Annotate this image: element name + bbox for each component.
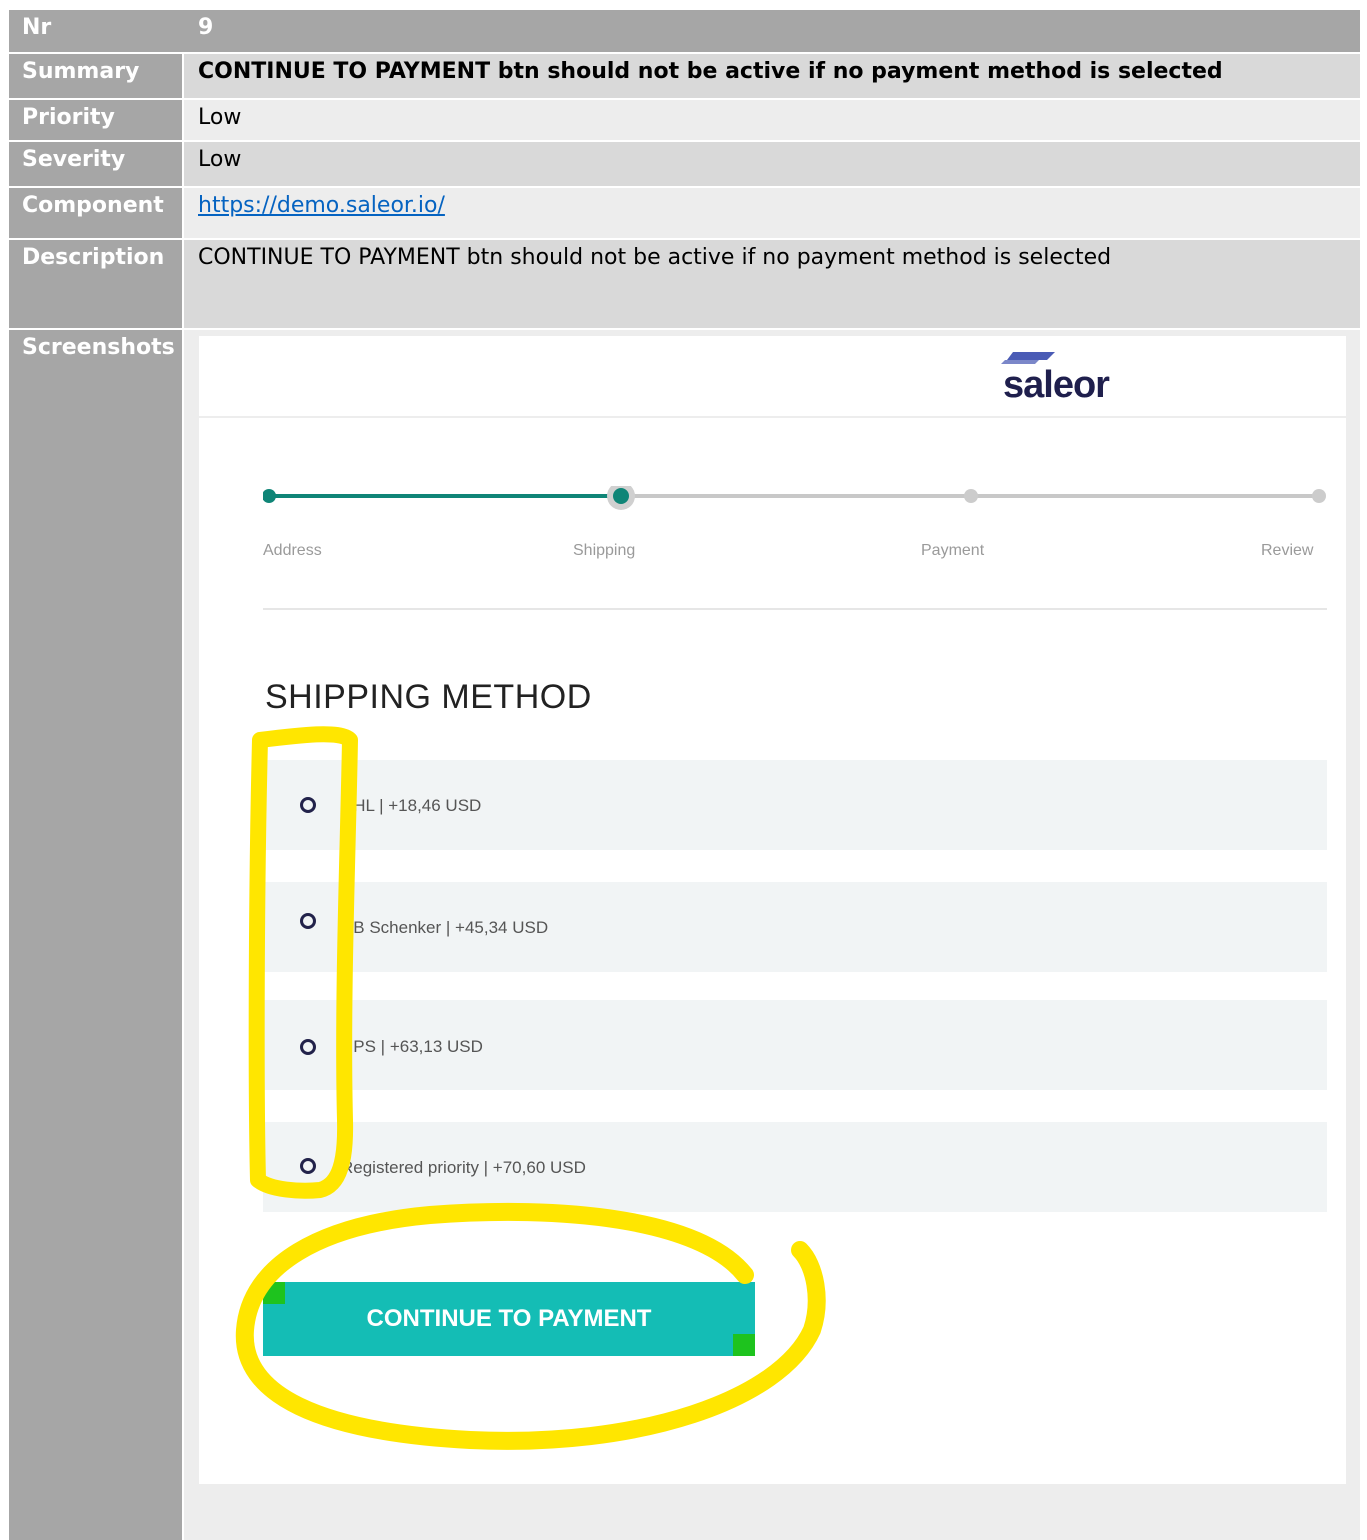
nr-value: 9 <box>182 10 1360 52</box>
row-nr: Nr 9 <box>9 10 1360 52</box>
step-dot-review <box>1312 489 1326 503</box>
screenshots-label: Screenshots <box>9 330 182 1540</box>
step-address[interactable]: Address <box>263 542 322 560</box>
shipping-option[interactable]: Registered priority | +70,60 USD <box>263 1122 1327 1212</box>
component-value: https://demo.saleor.io/ <box>184 188 1360 238</box>
saleor-logo[interactable]: saleor <box>999 348 1139 408</box>
summary-value: CONTINUE TO PAYMENT btn should not be ac… <box>184 54 1360 98</box>
shipping-method-title: SHIPPING METHOD <box>265 678 592 716</box>
button-corner-mark <box>733 1334 755 1356</box>
shop-header: saleor <box>199 336 1346 418</box>
option-label-dhl: DHL | +18,46 USD <box>341 796 482 815</box>
severity-value: Low <box>184 142 1360 186</box>
nr-label: Nr <box>9 10 182 52</box>
option-label-ups: UPS | +63,13 USD <box>341 1037 483 1056</box>
radio-dhl[interactable] <box>300 797 316 813</box>
shipping-option[interactable]: DB Schenker | +45,34 USD <box>263 882 1327 972</box>
option-label-registered-priority: Registered priority | +70,60 USD <box>341 1158 586 1177</box>
description-label: Description <box>9 240 182 328</box>
description-value: CONTINUE TO PAYMENT btn should not be ac… <box>184 240 1360 328</box>
progress-track <box>263 486 1326 510</box>
shipping-option[interactable]: UPS | +63,13 USD <box>263 1000 1327 1090</box>
step-dot-address <box>263 489 276 503</box>
checkout-progress: Address Shipping Payment Review <box>263 486 1327 566</box>
radio-db-schenker[interactable] <box>300 913 316 929</box>
summary-label: Summary <box>9 54 182 98</box>
logo-text: saleor <box>1003 364 1110 406</box>
row-priority: Priority Low <box>9 100 1360 140</box>
step-dot-payment <box>964 489 978 503</box>
row-description: Description CONTINUE TO PAYMENT btn shou… <box>9 240 1360 328</box>
component-link[interactable]: https://demo.saleor.io/ <box>198 193 445 218</box>
component-label: Component <box>9 188 182 238</box>
row-severity: Severity Low <box>9 142 1360 186</box>
step-shipping[interactable]: Shipping <box>573 542 635 560</box>
button-corner-mark <box>263 1282 285 1304</box>
priority-value: Low <box>184 100 1360 140</box>
row-component: Component https://demo.saleor.io/ <box>9 188 1360 238</box>
step-dot-shipping <box>613 488 629 504</box>
priority-label: Priority <box>9 100 182 140</box>
option-label-db-schenker: DB Schenker | +45,34 USD <box>341 918 549 937</box>
checkout-screenshot: saleor Address Shipping Payment Review S… <box>199 336 1346 1484</box>
severity-label: Severity <box>9 142 182 186</box>
step-review[interactable]: Review <box>1261 542 1313 560</box>
step-payment[interactable]: Payment <box>921 542 984 560</box>
radio-registered-priority[interactable] <box>300 1158 316 1174</box>
divider <box>263 608 1327 610</box>
radio-ups[interactable] <box>300 1039 316 1055</box>
continue-to-payment-button[interactable]: CONTINUE TO PAYMENT <box>263 1282 755 1356</box>
shipping-option[interactable]: DHL | +18,46 USD <box>263 760 1327 850</box>
row-summary: Summary CONTINUE TO PAYMENT btn should n… <box>9 54 1360 98</box>
